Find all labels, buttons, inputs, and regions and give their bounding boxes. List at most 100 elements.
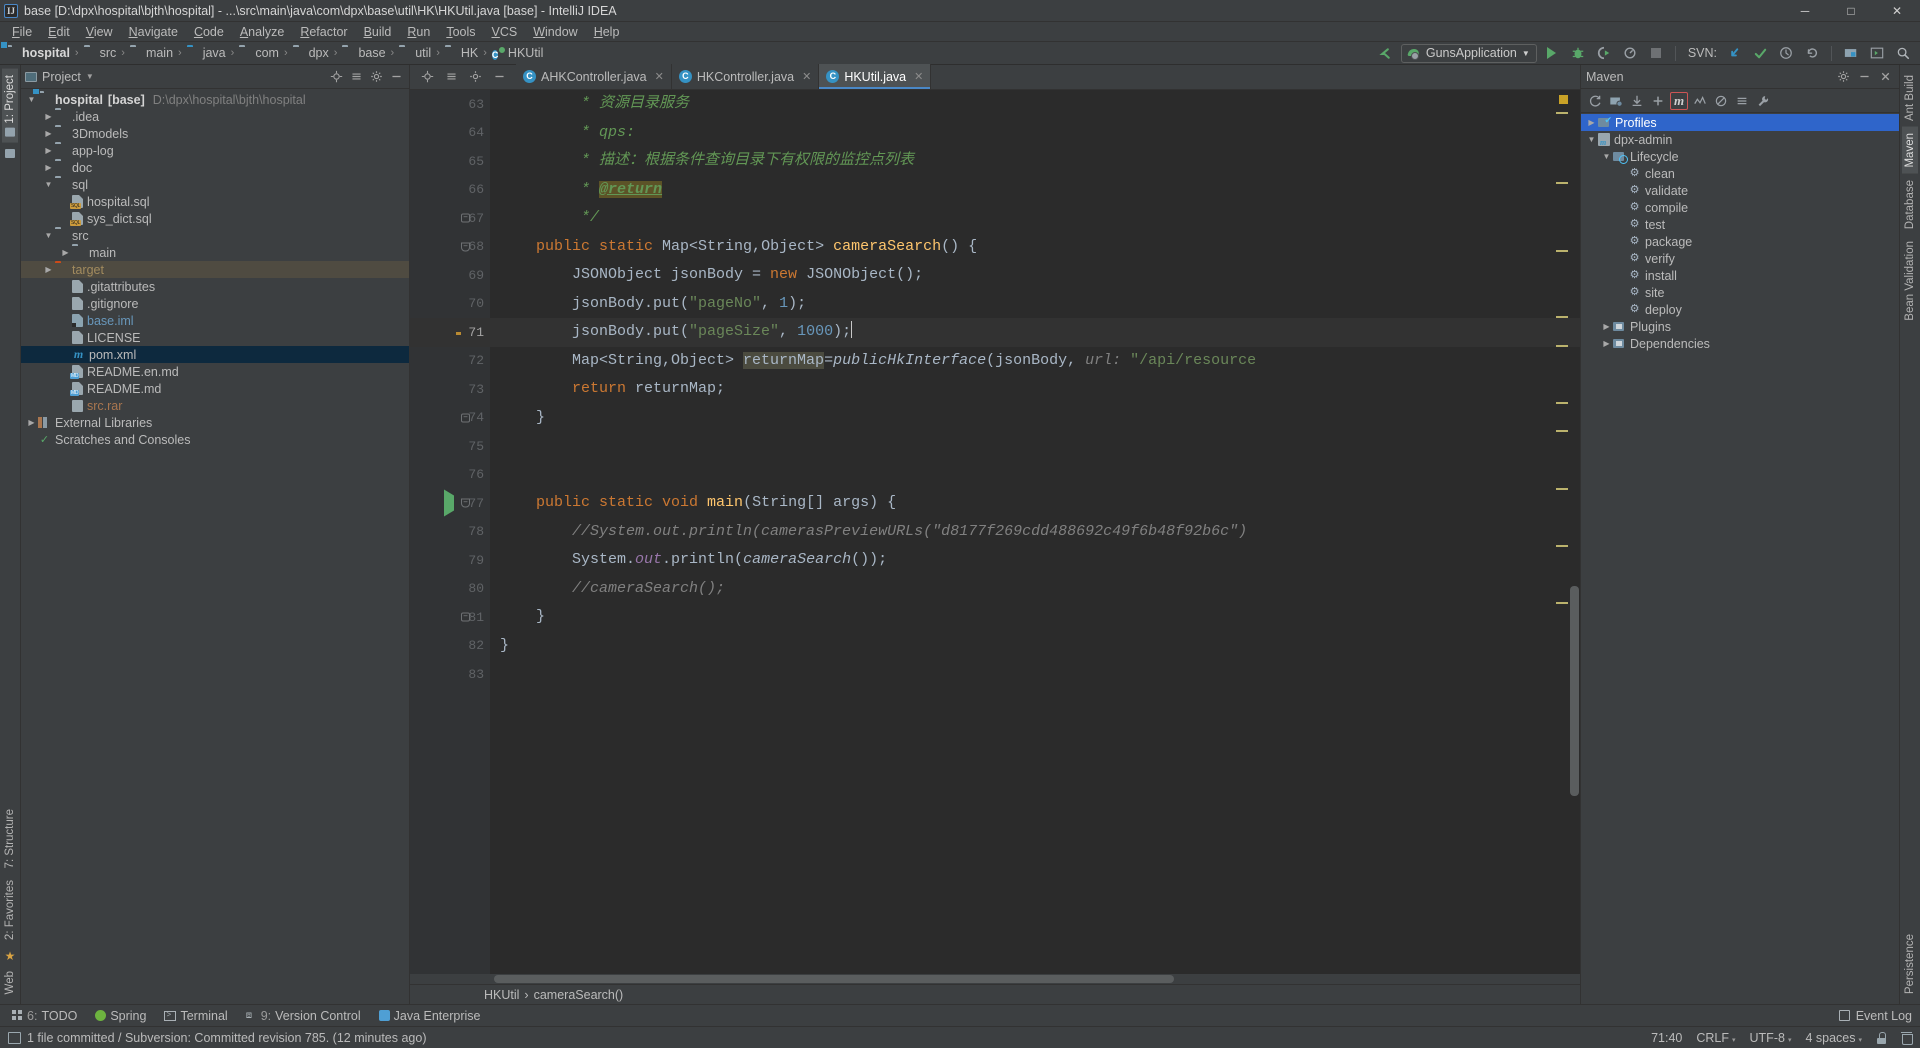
menu-edit[interactable]: Edit bbox=[40, 22, 78, 42]
code-fold-icon[interactable]: − bbox=[461, 242, 470, 252]
indent-setting[interactable]: 4 spaces ▾ bbox=[1805, 1031, 1862, 1045]
maven-node-test[interactable]: ⚙ test bbox=[1581, 216, 1899, 233]
collapse-all-icon[interactable] bbox=[1733, 92, 1751, 110]
sidebar-tab-persistence[interactable]: Persistence bbox=[1902, 928, 1918, 1000]
breadcrumb-item-util[interactable]: util bbox=[397, 42, 433, 65]
breadcrumb-item-java[interactable]: java bbox=[185, 42, 228, 65]
code-line-71[interactable]: jsonBody.put("pageSize", 1000); bbox=[490, 318, 1580, 347]
tree-node--gitignore[interactable]: .gitignore bbox=[21, 295, 409, 312]
editor-tab-ahkcontroller-java[interactable]: C AHKController.java ✕ bbox=[516, 64, 672, 89]
tree-node-readme-en-md[interactable]: README.en.md bbox=[21, 363, 409, 380]
tree-expand-arrow[interactable]: ▶ bbox=[42, 261, 55, 278]
code-text-area[interactable]: * 资源目录服务 * qps: * 描述：根据条件查询目录下有权限的监控点列表 … bbox=[490, 90, 1580, 974]
run-configuration-selector[interactable]: GunsApplication ▼ bbox=[1400, 43, 1537, 63]
maven-node-plugins[interactable]: ▶ Plugins bbox=[1581, 318, 1899, 335]
menu-code[interactable]: Code bbox=[186, 22, 232, 42]
gutter-line-69[interactable]: 69 bbox=[410, 261, 490, 290]
collapse-all-icon[interactable] bbox=[347, 68, 365, 86]
menu-navigate[interactable]: Navigate bbox=[121, 22, 186, 42]
tree-node-app-log[interactable]: ▶ app-log bbox=[21, 142, 409, 159]
code-line-69[interactable]: JSONObject jsonBody = new JSONObject(); bbox=[490, 261, 1580, 290]
event-log-label[interactable]: Event Log bbox=[1856, 1009, 1912, 1023]
editor-gutter[interactable]: 63 64 65 66−67−68 69 70 71 72 73−74 75 76−77 78 79 80… bbox=[410, 90, 490, 974]
tree-node-readme-md[interactable]: README.md bbox=[21, 380, 409, 397]
breadcrumb-item-src[interactable]: src bbox=[82, 42, 119, 65]
tree-expand-arrow[interactable]: ▶ bbox=[42, 142, 55, 159]
back-arrow-icon[interactable] bbox=[1375, 43, 1397, 64]
toggle-offline-icon[interactable] bbox=[1691, 92, 1709, 110]
svn-commit-icon[interactable] bbox=[1749, 43, 1771, 64]
debug-icon[interactable] bbox=[1567, 43, 1589, 64]
sidebar-tab-ant-build[interactable]: Ant Build bbox=[1902, 69, 1918, 127]
menu-analyze[interactable]: Analyze bbox=[232, 22, 292, 42]
tree-node-src[interactable]: ▼ src bbox=[21, 227, 409, 244]
bottom-tab-java-enterprise[interactable]: Java Enterprise bbox=[371, 1007, 489, 1025]
bottom-tab-todo[interactable]: 6: TODO bbox=[4, 1007, 85, 1025]
tree-node-pom-xml[interactable]: m pom.xml bbox=[21, 346, 409, 363]
code-line-67[interactable]: */ bbox=[490, 204, 1580, 233]
tree-node-base-iml[interactable]: base.iml bbox=[21, 312, 409, 329]
code-line-76[interactable] bbox=[490, 461, 1580, 490]
reimport-icon[interactable] bbox=[1586, 92, 1604, 110]
code-fold-icon[interactable]: − bbox=[461, 413, 470, 423]
gear-icon[interactable] bbox=[466, 68, 484, 86]
code-fold-icon[interactable]: − bbox=[461, 213, 470, 223]
maven-node-package[interactable]: ⚙ package bbox=[1581, 233, 1899, 250]
toggle-skip-tests-icon[interactable] bbox=[1712, 92, 1730, 110]
editor-tab-hkcontroller-java[interactable]: C HKController.java ✕ bbox=[671, 64, 820, 89]
sidebar-tab-structure[interactable]: 7: Structure bbox=[2, 803, 18, 874]
hide-icon[interactable] bbox=[387, 68, 405, 86]
tree-node-main[interactable]: ▶ main bbox=[21, 244, 409, 261]
code-line-82[interactable]: } bbox=[490, 632, 1580, 661]
gutter-line-79[interactable]: 79 bbox=[410, 546, 490, 575]
maven-node-compile[interactable]: ⚙ compile bbox=[1581, 199, 1899, 216]
hide-icon[interactable] bbox=[490, 68, 508, 86]
breadcrumb-item-base[interactable]: base bbox=[340, 42, 387, 65]
gutter-line-70[interactable]: 70 bbox=[410, 290, 490, 319]
gutter-line-72[interactable]: 72 bbox=[410, 347, 490, 376]
menu-view[interactable]: View bbox=[78, 22, 121, 42]
maven-node-deploy[interactable]: ⚙ deploy bbox=[1581, 301, 1899, 318]
tree-expand-arrow[interactable]: ▶ bbox=[42, 108, 55, 125]
close-icon[interactable]: ✕ bbox=[914, 70, 923, 83]
tree-node-hospital[interactable]: ▼ hospital [base] D:\dpx\hospital\bjth\hosp… bbox=[21, 91, 409, 108]
gutter-line-71[interactable]: 71 bbox=[410, 318, 490, 347]
gutter-line-77[interactable]: −77 bbox=[410, 489, 490, 518]
maven-project-tree[interactable]: ▶Profiles▼dpx-admin▼Lifecycle⚙clean⚙vali… bbox=[1581, 113, 1899, 1004]
tree-node-sys-dict-sql[interactable]: sys_dict.sql bbox=[21, 210, 409, 227]
sidebar-tab-favorites[interactable]: 2: Favorites bbox=[2, 874, 18, 946]
tree-node-scratches-and-consoles[interactable]: ✓ Scratches and Consoles bbox=[21, 431, 409, 448]
settings-icon[interactable] bbox=[1866, 43, 1888, 64]
trash-icon[interactable] bbox=[1901, 1031, 1913, 1045]
generate-sources-icon[interactable] bbox=[1607, 92, 1625, 110]
maven-node-install[interactable]: ⚙ install bbox=[1581, 267, 1899, 284]
svn-update-icon[interactable] bbox=[1723, 43, 1745, 64]
code-line-68[interactable]: public static Map<String,Object> cameraS… bbox=[490, 233, 1580, 262]
maven-node-dependencies[interactable]: ▶ Dependencies bbox=[1581, 335, 1899, 352]
maven-node-clean[interactable]: ⚙ clean bbox=[1581, 165, 1899, 182]
code-line-63[interactable]: * 资源目录服务 bbox=[490, 90, 1580, 119]
close-button[interactable]: ✕ bbox=[1874, 0, 1920, 22]
gutter-line-67[interactable]: −67 bbox=[410, 204, 490, 233]
editor-breadcrumb-hkutil[interactable]: HKUtil bbox=[484, 988, 519, 1002]
project-tree[interactable]: ▼ hospital [base] D:\dpx\hospital\bjth\hosp… bbox=[21, 89, 409, 1004]
project-structure-icon[interactable] bbox=[1840, 43, 1862, 64]
sidebar-tab-bean-validation[interactable]: Bean Validation bbox=[1902, 235, 1918, 327]
locate-icon[interactable] bbox=[418, 68, 436, 86]
lock-icon[interactable] bbox=[1876, 1031, 1887, 1044]
code-line-65[interactable]: * 描述：根据条件查询目录下有权限的监控点列表 bbox=[490, 147, 1580, 176]
sidebar-tab-maven[interactable]: Maven bbox=[1902, 127, 1918, 174]
menu-vcs[interactable]: VCS bbox=[484, 22, 526, 42]
tree-node-external-libraries[interactable]: ▶ External Libraries bbox=[21, 414, 409, 431]
tree-expand-arrow[interactable]: ▼ bbox=[42, 227, 55, 244]
breadcrumb-item-hospital[interactable]: hospital bbox=[4, 42, 72, 65]
code-line-81[interactable]: } bbox=[490, 603, 1580, 632]
code-line-73[interactable]: return returnMap; bbox=[490, 375, 1580, 404]
code-fold-icon[interactable]: − bbox=[461, 612, 470, 622]
sidebar-tab-favorites-folder[interactable] bbox=[3, 143, 17, 164]
editor-tab-hkutil-java[interactable]: C HKUtil.java ✕ bbox=[819, 64, 932, 89]
maven-node-lifecycle[interactable]: ▼ Lifecycle bbox=[1581, 148, 1899, 165]
breadcrumb-item-main[interactable]: main bbox=[128, 42, 175, 65]
gutter-line-63[interactable]: 63 bbox=[410, 90, 490, 119]
run-icon[interactable] bbox=[1541, 43, 1563, 64]
